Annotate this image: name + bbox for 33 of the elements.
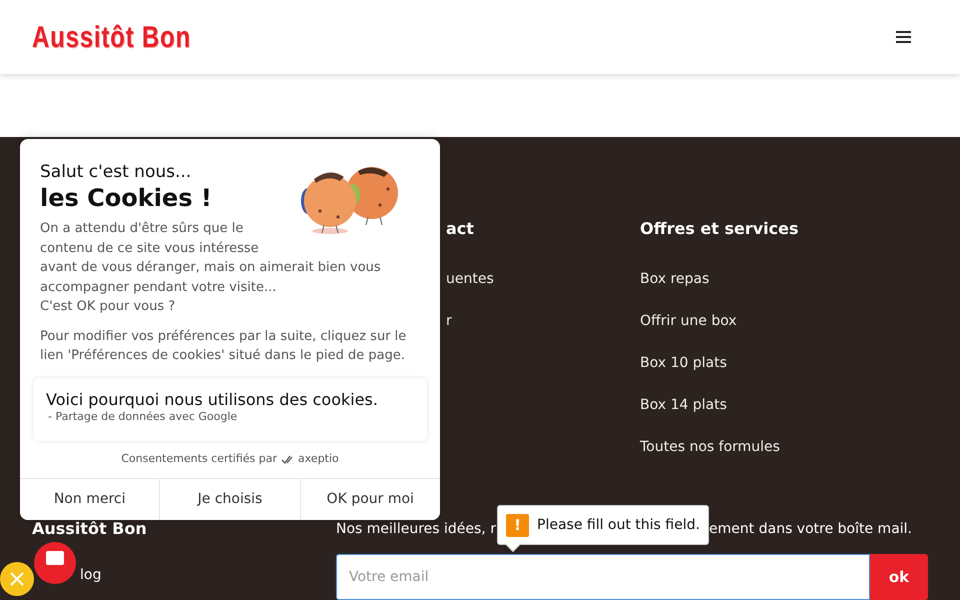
close-icon — [9, 571, 25, 587]
footer-link[interactable]: Offrir une box — [640, 311, 780, 331]
footer-link[interactable]: log — [80, 565, 102, 585]
footer-heading: act — [446, 219, 474, 239]
cookie-greeting: Salut c'est nous... — [40, 161, 192, 183]
preferences-text: Pour modifier vos préférences par la suite, cliquez sur le lien 'Préférences de cookies' situé dans le pied de page. — [40, 328, 408, 365]
footer-link[interactable]: Box 14 plats — [640, 395, 780, 415]
tooltip-message: Please fill out this field. — [537, 516, 700, 534]
footer-link[interactable]: Toutes nos formules — [640, 437, 780, 457]
footer-link[interactable]: Box repas — [640, 269, 780, 289]
subscribe-button[interactable]: ok — [870, 554, 928, 600]
newsletter-text: Nos meilleures idées, r — [336, 520, 496, 539]
purpose-title: Voici pourquoi nous utilisons des cookies. — [46, 390, 379, 410]
newsletter-text: ement dans votre boîte mail. — [709, 520, 912, 539]
axeptio-logo[interactable]: axeptio — [298, 451, 339, 468]
certified-text: Consentements certifiés par — [121, 451, 278, 468]
footer-heading: Offres et services — [640, 219, 799, 239]
purpose-card[interactable]: Voici pourquoi nous utilisons des cookies. - Partage de données avec Google — [33, 378, 427, 440]
chat-icon — [46, 551, 64, 565]
warning-icon: ! — [506, 514, 529, 536]
purpose-item: - Partage de données avec Google — [47, 410, 238, 424]
checkmark-icon — [281, 455, 294, 464]
email-field[interactable]: Votre email — [336, 554, 870, 600]
cookie-intro: On a attendu d'être sûrs que le contenu de ce site vous intéresse avant de vous déranger, mais on aimerait bien vous accompagner pendant votre visite... C'est OK pour vous ? — [40, 220, 382, 316]
consent-button[interactable]: OK pour moi — [300, 479, 440, 520]
consent-button[interactable]: Je choisis — [159, 479, 300, 520]
logo[interactable]: Aussitôt Bon — [32, 14, 191, 60]
footer-link[interactable]: r — [446, 311, 494, 331]
footer-brand: Aussitôt Bon — [32, 519, 148, 539]
footer-link[interactable]: uentes — [446, 269, 494, 289]
footer-link[interactable]: Box 10 plats — [640, 353, 780, 373]
consent-button[interactable]: Non merci — [20, 479, 160, 520]
cookie-title: les Cookies ! — [40, 183, 213, 213]
